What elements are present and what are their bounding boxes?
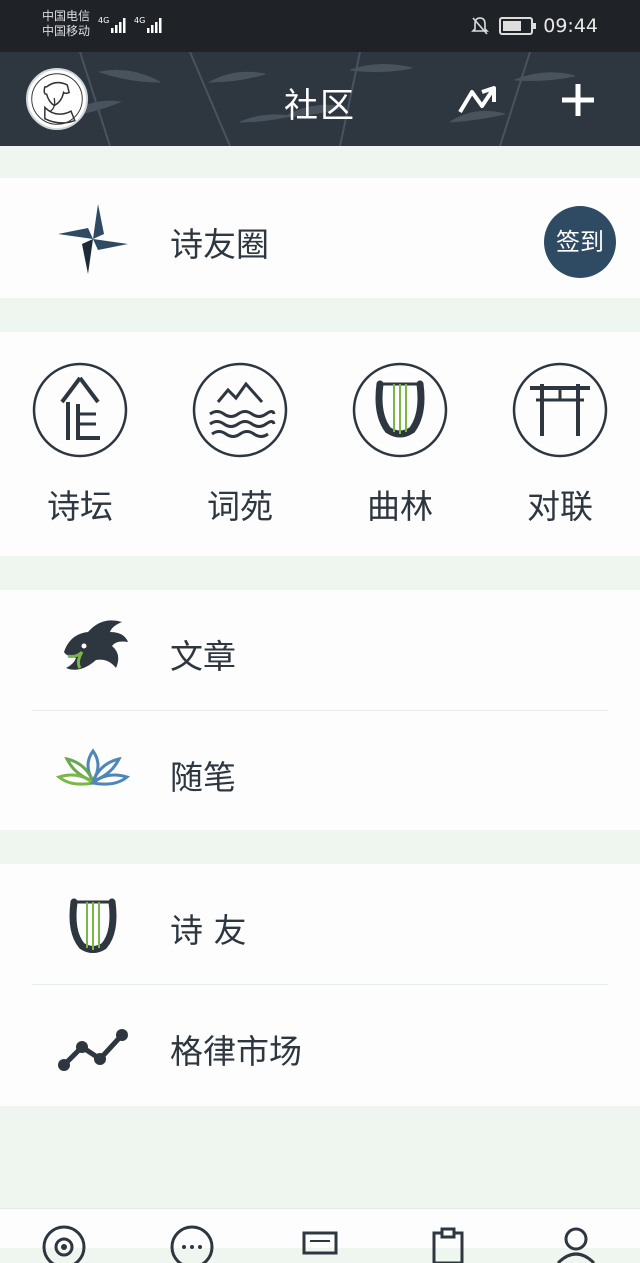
gate-icon <box>512 362 608 458</box>
scroll-icon[interactable] <box>296 1223 344 1263</box>
category-shitan[interactable]: 诗坛 <box>30 362 130 528</box>
poetry-circle-card: 诗友圈 签到 <box>0 178 640 298</box>
articles-card: 文章 随笔 <box>0 590 640 830</box>
lyre-icon <box>69 898 117 953</box>
battery-icon <box>499 17 537 35</box>
pinwheel-icon <box>58 204 128 274</box>
category-label: 对联 <box>527 487 593 526</box>
list-item-articles[interactable]: 文章 <box>0 590 640 710</box>
category-qulin[interactable]: 曲林 <box>350 362 450 528</box>
target-icon[interactable] <box>40 1223 88 1263</box>
category-label: 诗坛 <box>47 487 113 526</box>
network-type-1: 4G <box>98 16 110 25</box>
dragon-icon <box>64 620 128 670</box>
list-item-metrics-market[interactable]: 格律市场 <box>0 985 640 1105</box>
list-item-label: 文章 <box>170 637 236 676</box>
app-header: 社区 <box>0 52 640 146</box>
list-item-label: 随笔 <box>170 758 236 797</box>
list-item-essays[interactable]: 随笔 <box>0 711 640 831</box>
bottom-tab-bar <box>0 1208 640 1263</box>
friends-card: 诗 友 格律市场 <box>0 864 640 1106</box>
poetry-circle-row[interactable]: 诗友圈 签到 <box>0 178 640 298</box>
category-label: 曲林 <box>367 487 433 526</box>
clipboard-icon[interactable] <box>424 1223 472 1263</box>
carrier-info: 中国电信 中国移动 <box>42 9 90 39</box>
chat-bubble-icon[interactable] <box>168 1223 216 1263</box>
bell-off-icon <box>471 17 490 35</box>
page-title: 社区 <box>284 86 356 126</box>
list-item-label: 诗 友 <box>170 911 247 950</box>
pavilion-icon <box>32 362 128 458</box>
mountain-wave-icon <box>192 362 288 458</box>
signal-icon <box>111 18 126 33</box>
carrier-2: 中国移动 <box>42 24 91 38</box>
list-item-poet-friends[interactable]: 诗 友 <box>0 864 640 984</box>
list-item-label: 格律市场 <box>170 1032 302 1071</box>
signin-button[interactable]: 签到 <box>544 206 616 278</box>
signal-icon <box>147 18 162 33</box>
plus-icon[interactable] <box>556 78 600 122</box>
profile-icon[interactable] <box>552 1223 600 1263</box>
line-chart-icon <box>58 1029 128 1071</box>
clock: 09:44 <box>543 15 598 37</box>
category-ciyuan[interactable]: 词苑 <box>190 362 290 528</box>
category-duilian[interactable]: 对联 <box>510 362 610 528</box>
status-bar: 中国电信 中国移动 4G 4G 09:44 <box>0 0 640 52</box>
category-card: 诗坛 词苑 曲林 对联 <box>0 332 640 556</box>
carrier-1: 中国电信 <box>42 9 91 23</box>
trend-icon[interactable] <box>454 80 502 120</box>
category-label: 词苑 <box>207 487 273 526</box>
lyre-icon <box>352 362 448 458</box>
poetry-circle-label: 诗友圈 <box>170 225 269 264</box>
lotus-icon <box>55 748 131 786</box>
network-type-2: 4G <box>134 16 146 25</box>
